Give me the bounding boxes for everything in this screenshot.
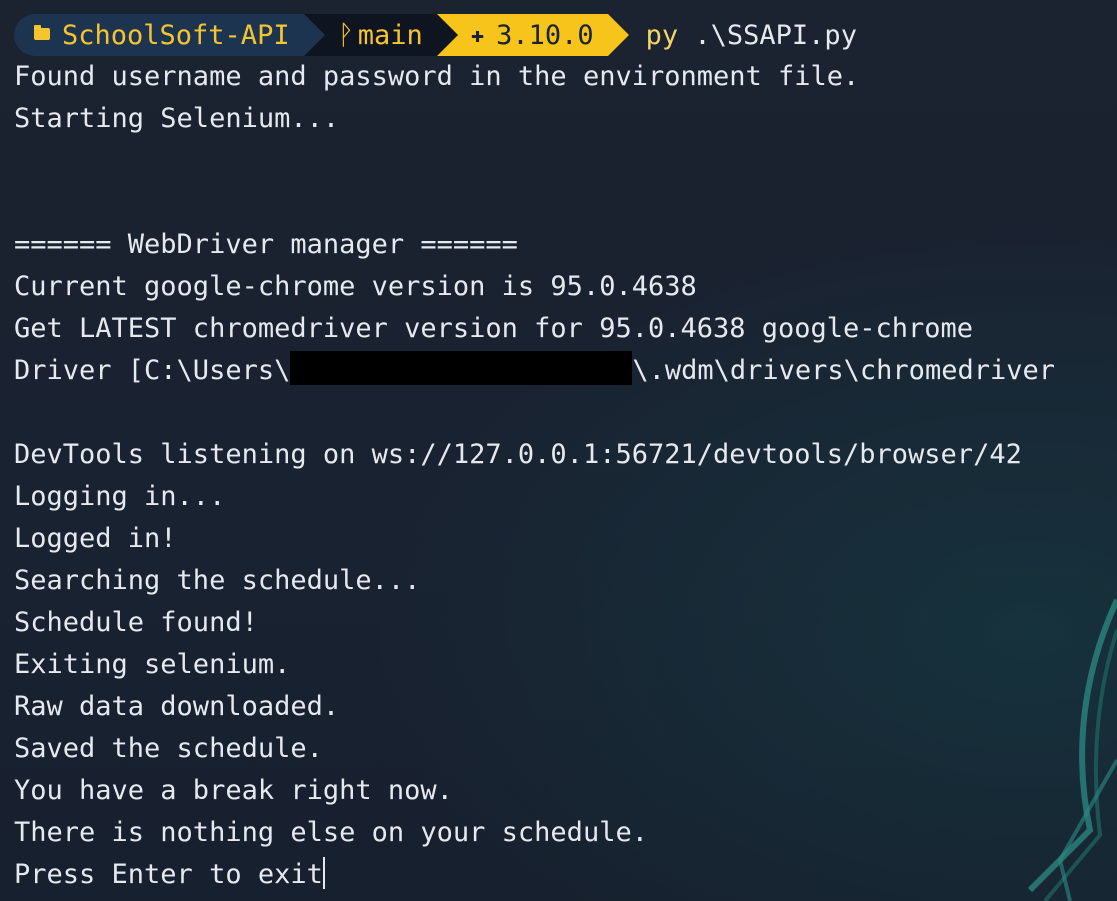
driver-path-line: Driver [C:\Users\ \.wdm\drivers\chromedri…: [14, 350, 1055, 392]
prompt-branch-name: main: [357, 19, 423, 51]
git-branch-icon: ᚹ: [337, 19, 354, 51]
python-icon: ✚: [470, 22, 485, 48]
output-line: Logged in!: [14, 523, 177, 554]
prompt-python-version: 3.10.0: [496, 19, 594, 51]
command-name: py: [645, 19, 679, 51]
output-line: Starting Selenium...: [14, 103, 340, 134]
output-line: Saved the schedule.: [14, 733, 323, 764]
command-argument: .\SSAPI.py: [694, 19, 857, 51]
driver-path-prefix: Driver [C:\Users\: [14, 355, 291, 386]
output-line: Found username and password in the envir…: [14, 61, 860, 92]
output-line: Current google-chrome version is 95.0.46…: [14, 271, 697, 302]
terminal-output: Found username and password in the envir…: [14, 56, 1055, 896]
prompt-python-segment: ✚ 3.10.0: [436, 14, 629, 56]
command-line: py .\SSAPI.py: [646, 20, 857, 51]
output-line: ====== WebDriver manager ======: [14, 229, 518, 260]
output-line: There is nothing else on your schedule.: [14, 817, 648, 848]
output-line: Get LATEST chromedriver version for 95.0…: [14, 313, 974, 344]
prompt-folder-name: SchoolSoft-API: [62, 19, 290, 51]
output-line: Raw data downloaded.: [14, 691, 340, 722]
folder-icon: [34, 25, 50, 40]
output-line: Searching the schedule...: [14, 565, 421, 596]
output-line: You have a break right now.: [14, 775, 453, 806]
redacted-username: [290, 351, 633, 385]
output-line: Logging in...: [14, 481, 226, 512]
prompt-bar: SchoolSoft-API ᚹ main ✚ 3.10.0 py .\SSAP…: [14, 14, 857, 56]
output-line: Exiting selenium.: [14, 649, 291, 680]
input-prompt-line[interactable]: Press Enter to exit: [14, 854, 1055, 896]
driver-path-suffix: \.wdm\drivers\chromedriver: [632, 355, 1055, 386]
exit-prompt-text: Press Enter to exit: [14, 859, 323, 890]
text-cursor: [322, 857, 325, 889]
output-line: Schedule found!: [14, 607, 258, 638]
prompt-folder-segment: SchoolSoft-API: [14, 14, 325, 56]
terminal-window[interactable]: SchoolSoft-API ᚹ main ✚ 3.10.0 py .\SSAP…: [0, 0, 1117, 901]
output-line: DevTools listening on ws://127.0.0.1:567…: [14, 439, 1022, 470]
